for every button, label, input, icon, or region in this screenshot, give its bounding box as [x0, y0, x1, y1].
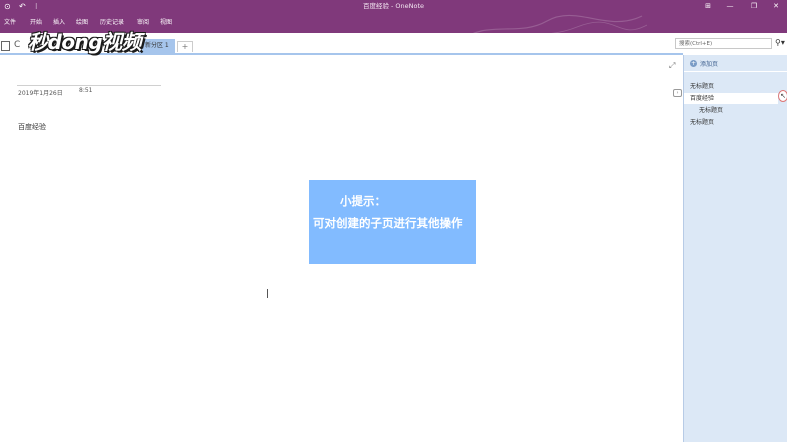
add-page-button[interactable]: + 添加页: [690, 57, 718, 69]
search-icon[interactable]: ⚲▾: [775, 38, 785, 47]
page-list-item-selected[interactable]: 百度经验: [684, 93, 778, 104]
page-time: 8:51: [79, 87, 93, 94]
close-button[interactable]: ✕: [763, 0, 787, 13]
search-input[interactable]: 搜索(Ctrl+E): [675, 38, 772, 49]
notebook-icon[interactable]: [1, 41, 10, 51]
window-title: 百度经验 - OneNote: [362, 2, 425, 10]
pane-divider: [684, 71, 787, 72]
tip-text: 可对创建的子页进行其他操作: [313, 216, 463, 230]
watermark-logo: 秒dong视频: [28, 30, 142, 54]
page-list-item[interactable]: 无标题页: [690, 81, 778, 92]
page-date: 2019年1月26日: [18, 90, 63, 97]
section-tab[interactable]: 新分区 1: [139, 39, 175, 53]
add-section-button[interactable]: +: [177, 41, 193, 52]
full-page-view-icon[interactable]: ⤢: [669, 61, 675, 71]
subpage-list-item[interactable]: 无标题页: [699, 105, 779, 116]
tab-view[interactable]: 视图: [160, 13, 172, 33]
title-bar: ⊙ ↶ ⁝ 百度经验 - OneNote ⊞ — ❐ ✕: [0, 0, 787, 13]
tip-title: 小提示：: [340, 194, 386, 208]
tip-box: 小提示： 可对创建的子页进行其他操作: [309, 180, 476, 264]
page-list-item[interactable]: 无标题页: [690, 117, 778, 128]
page-title-underline: [17, 85, 161, 86]
plus-icon: +: [690, 59, 697, 67]
page-body-text[interactable]: 百度经验: [18, 122, 46, 132]
collapse-pane-icon[interactable]: ›: [673, 89, 682, 97]
minimize-button[interactable]: —: [717, 0, 743, 13]
onenote-window: ⊙ ↶ ⁝ 百度经验 - OneNote ⊞ — ❐ ✕ 文件 开始 插入 绘图…: [0, 0, 787, 442]
tab-file[interactable]: 文件: [4, 13, 16, 33]
add-page-label: 添加页: [700, 60, 719, 68]
text-cursor: [267, 289, 268, 298]
mouse-pointer-icon: ↖: [778, 90, 787, 102]
notebook-name[interactable]: C: [14, 40, 20, 50]
